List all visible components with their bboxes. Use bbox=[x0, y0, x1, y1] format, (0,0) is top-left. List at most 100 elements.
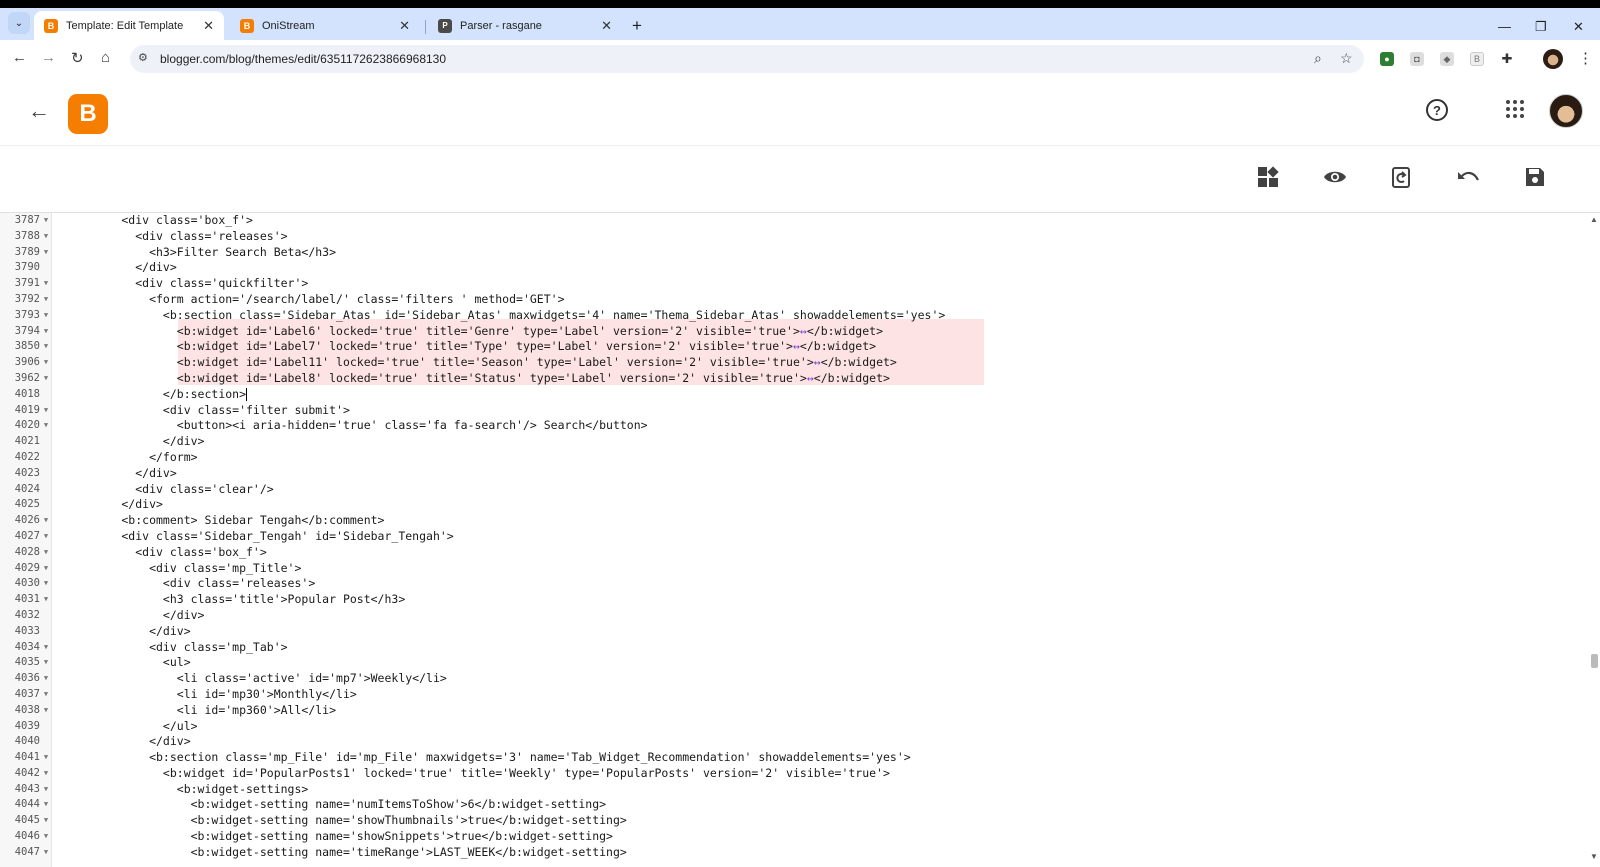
fold-arrow-icon[interactable]: ▼ bbox=[41, 797, 51, 813]
close-window-button[interactable]: ✕ bbox=[1573, 19, 1584, 35]
code-editor[interactable]: 3787 ▼ <div class='box_f'> 3788 ▼ <div clas… bbox=[0, 213, 1600, 867]
fold-arrow-icon[interactable]: ▼ bbox=[41, 308, 51, 324]
help-icon[interactable]: ? bbox=[1426, 99, 1448, 121]
code-line[interactable]: 4039 </ul> bbox=[0, 719, 1580, 735]
url-text[interactable]: blogger.com/blog/themes/edit/63511726238… bbox=[160, 52, 446, 66]
code-text[interactable]: <ul> bbox=[66, 655, 191, 671]
code-text[interactable]: <b:section class='Sidebar_Atas' id='Side… bbox=[66, 308, 945, 324]
code-text[interactable]: </div> bbox=[66, 260, 177, 276]
code-line[interactable]: 4026 ▼ <b:comment> Sidebar Tengah</b:comm… bbox=[0, 513, 1580, 529]
code-line[interactable]: 4044 ▼ <b:widget-setting name='numItemsTo… bbox=[0, 797, 1580, 813]
close-tab-icon[interactable]: ✕ bbox=[203, 18, 214, 34]
code-line[interactable]: 4028 ▼ <div class='box_f'> bbox=[0, 545, 1580, 561]
fold-arrow-icon[interactable]: ▼ bbox=[41, 576, 51, 592]
code-line[interactable]: 4040 </div> bbox=[0, 734, 1580, 750]
apps-grid-icon[interactable] bbox=[1506, 100, 1524, 118]
code-text[interactable]: <div class='clear'/> bbox=[66, 482, 273, 498]
code-text[interactable]: <b:widget id='Label7' locked='true' titl… bbox=[66, 339, 876, 355]
code-text[interactable]: <b:widget-settings> bbox=[66, 782, 309, 798]
code-line[interactable]: 4030 ▼ <div class='releases'> bbox=[0, 576, 1580, 592]
fold-arrow-icon[interactable]: ▼ bbox=[41, 355, 51, 371]
fold-arrow-icon[interactable]: ▼ bbox=[41, 592, 51, 608]
extension-camera-icon[interactable]: ◘ bbox=[1410, 52, 1424, 66]
fold-arrow-icon[interactable]: ▼ bbox=[41, 276, 51, 292]
code-line[interactable]: 4041 ▼ <b:section class='mp_File' id='mp_… bbox=[0, 750, 1580, 766]
new-tab-button[interactable]: + bbox=[632, 16, 642, 36]
code-text[interactable]: <b:widget id='Label6' locked='true' titl… bbox=[66, 324, 883, 340]
code-text[interactable]: <div class='quickfilter'> bbox=[66, 276, 308, 292]
code-text[interactable]: <div class='mp_Title'> bbox=[66, 561, 301, 577]
fold-arrow-icon[interactable]: ▼ bbox=[41, 703, 51, 719]
fold-arrow-icon[interactable]: ▼ bbox=[41, 213, 51, 229]
folded-marker-icon[interactable]: ↔ bbox=[793, 339, 800, 353]
fold-arrow-icon[interactable]: ▼ bbox=[41, 750, 51, 766]
code-text[interactable]: <b:widget id='PopularPosts1' locked='tru… bbox=[66, 766, 890, 782]
tab-template-edit[interactable]: B Template: Edit Template ✕ bbox=[34, 11, 224, 40]
scrollbar-thumb[interactable] bbox=[1591, 654, 1598, 668]
preview-eye-icon[interactable] bbox=[1322, 164, 1348, 190]
code-text[interactable]: <div class='box_f'> bbox=[66, 213, 253, 229]
bookmark-star-icon[interactable]: ☆ bbox=[1340, 50, 1353, 67]
code-line[interactable]: 4032 </div> bbox=[0, 608, 1580, 624]
code-text[interactable]: <div class='mp_Tab'> bbox=[66, 640, 287, 656]
close-tab-icon[interactable]: ✕ bbox=[399, 18, 410, 34]
tab-search-chevron-icon[interactable]: ⌄ bbox=[8, 12, 30, 34]
folded-marker-icon[interactable]: ↔ bbox=[807, 371, 814, 385]
code-text[interactable]: <b:widget-setting name='showSnippets'>tr… bbox=[66, 829, 613, 845]
tab-onistream[interactable]: B OniStream ✕ bbox=[230, 11, 420, 40]
fold-arrow-icon[interactable]: ▼ bbox=[41, 403, 51, 419]
home-icon[interactable]: ⌂ bbox=[101, 49, 110, 66]
code-line[interactable]: 4046 ▼ <b:widget-setting name='showSnippe… bbox=[0, 829, 1580, 845]
forward-icon[interactable]: → bbox=[41, 49, 56, 66]
fold-arrow-icon[interactable]: ▼ bbox=[41, 845, 51, 861]
code-line[interactable]: 4024 <div class='clear'/> bbox=[0, 482, 1580, 498]
code-line[interactable]: 4034 ▼ <div class='mp_Tab'> bbox=[0, 640, 1580, 656]
code-line[interactable]: 3790 </div> bbox=[0, 260, 1580, 276]
folded-marker-icon[interactable]: ↔ bbox=[800, 324, 807, 338]
code-text[interactable]: </div> bbox=[66, 434, 205, 450]
code-text[interactable]: </div> bbox=[66, 497, 163, 513]
fold-arrow-icon[interactable]: ▼ bbox=[41, 418, 51, 434]
fold-arrow-icon[interactable]: ▼ bbox=[41, 292, 51, 308]
scroll-down-icon[interactable]: ▼ bbox=[1590, 852, 1598, 861]
code-line[interactable]: 4027 ▼ <div class='Sidebar_Tengah' id='Si… bbox=[0, 529, 1580, 545]
widgets-icon[interactable] bbox=[1255, 164, 1281, 190]
account-avatar[interactable] bbox=[1549, 94, 1583, 128]
code-line[interactable]: 4042 ▼ <b:widget id='PopularPosts1' locke… bbox=[0, 766, 1580, 782]
code-line[interactable]: 3789 ▼ <h3>Filter Search Beta</h3> bbox=[0, 245, 1580, 261]
code-text[interactable]: <form action='/search/label/' class='fil… bbox=[66, 292, 564, 308]
fold-arrow-icon[interactable]: ▼ bbox=[41, 229, 51, 245]
code-line[interactable]: 3792 ▼ <form action='/search/label/' clas… bbox=[0, 292, 1580, 308]
code-text[interactable]: <div class='releases'> bbox=[66, 576, 315, 592]
code-line[interactable]: 3850 ▼ <b:widget id='Label7' locked='true… bbox=[0, 339, 1580, 355]
code-text[interactable]: <div class='box_f'> bbox=[66, 545, 267, 561]
code-line[interactable]: 4020 ▼ <button><i aria-hidden='true' clas… bbox=[0, 418, 1580, 434]
code-line[interactable]: 4035 ▼ <ul> bbox=[0, 655, 1580, 671]
code-text[interactable]: <b:comment> Sidebar Tengah</b:comment> bbox=[66, 513, 384, 529]
code-line[interactable]: 4022 </form> bbox=[0, 450, 1580, 466]
code-line[interactable]: 4021 </div> bbox=[0, 434, 1580, 450]
fold-arrow-icon[interactable]: ▼ bbox=[41, 813, 51, 829]
code-line[interactable]: 4023 </div> bbox=[0, 466, 1580, 482]
profile-avatar-icon[interactable] bbox=[1543, 49, 1563, 69]
fold-arrow-icon[interactable]: ▼ bbox=[41, 513, 51, 529]
tab-parser[interactable]: P Parser - rasgane ✕ bbox=[428, 11, 622, 40]
fold-arrow-icon[interactable]: ▼ bbox=[41, 561, 51, 577]
code-line[interactable]: 4031 ▼ <h3 class='title'>Popular Post</h3… bbox=[0, 592, 1580, 608]
code-line[interactable]: 3906 ▼ <b:widget id='Label11' locked='tru… bbox=[0, 355, 1580, 371]
code-text[interactable]: </ul> bbox=[66, 719, 198, 735]
code-text[interactable]: <h3 class='title'>Popular Post</h3> bbox=[66, 592, 405, 608]
code-line[interactable]: 3794 ▼ <b:widget id='Label6' locked='true… bbox=[0, 324, 1580, 340]
fold-arrow-icon[interactable]: ▼ bbox=[41, 324, 51, 340]
fold-arrow-icon[interactable]: ▼ bbox=[41, 782, 51, 798]
code-text[interactable]: <b:widget-setting name='showThumbnails'>… bbox=[66, 813, 627, 829]
code-text[interactable]: </div> bbox=[66, 624, 191, 640]
extension-green-icon[interactable]: ● bbox=[1380, 52, 1394, 66]
code-text[interactable]: <li class='active' id='mp7'>Weekly</li> bbox=[66, 671, 447, 687]
code-text[interactable]: <b:widget-setting name='timeRange'>LAST_… bbox=[66, 845, 627, 861]
code-line[interactable]: 4019 ▼ <div class='filter submit'> bbox=[0, 403, 1580, 419]
blogger-logo[interactable]: B bbox=[68, 94, 108, 134]
code-line[interactable]: 3791 ▼ <div class='quickfilter'> bbox=[0, 276, 1580, 292]
code-text[interactable]: </div> bbox=[66, 608, 205, 624]
address-bar[interactable]: ⚙ blogger.com/blog/themes/edit/635117262… bbox=[130, 45, 1364, 73]
